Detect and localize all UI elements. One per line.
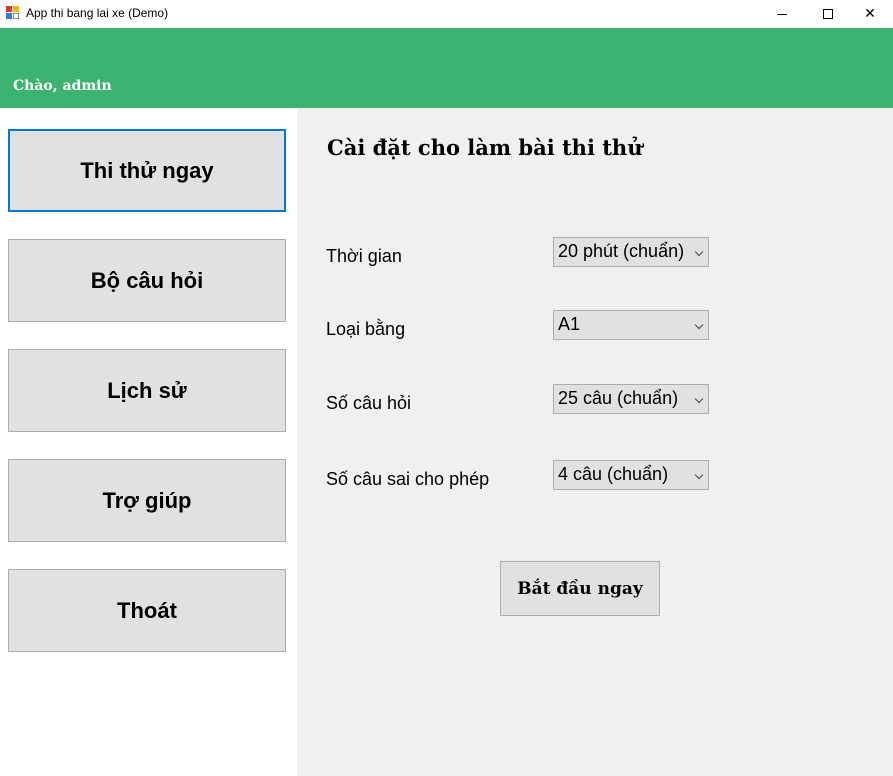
start-now-button[interactable]: Bắt đầu ngay: [500, 561, 660, 616]
nav-button-help[interactable]: Trợ giúp: [8, 459, 286, 542]
settings-panel: Cài đặt cho làm bài thi thử Thời gian 20…: [297, 108, 893, 776]
nav-button-practice-test[interactable]: Thi thử ngay: [8, 129, 286, 212]
nav-button-question-bank[interactable]: Bộ câu hỏi: [8, 239, 286, 322]
license-type-label: Loại bằng: [326, 319, 406, 339]
maximize-button[interactable]: [805, 0, 851, 28]
time-select[interactable]: 20 phút (chuẩn): [553, 237, 709, 267]
start-now-label: Bắt đầu ngay: [517, 578, 643, 599]
app-icon: [6, 6, 20, 20]
time-label: Thời gian: [326, 246, 402, 266]
sidebar: Thi thử ngay Bộ câu hỏi Lịch sử Trợ giúp…: [0, 108, 297, 776]
nav-button-history[interactable]: Lịch sử: [8, 349, 286, 432]
maximize-icon: [823, 9, 833, 19]
nav-button-label: Thoát: [117, 597, 177, 623]
page-title: Cài đặt cho làm bài thi thử: [327, 135, 643, 160]
header-bar: Chào, admin: [0, 28, 893, 108]
allowed-wrong-select[interactable]: 4 câu (chuẩn): [553, 460, 709, 490]
allowed-wrong-label: Số câu sai cho phép: [326, 469, 490, 489]
chevron-down-icon: [694, 247, 704, 257]
close-button[interactable]: ✕: [847, 0, 893, 28]
chevron-down-icon: [694, 394, 704, 404]
nav-button-exit[interactable]: Thoát: [8, 569, 286, 652]
question-count-select-value: 25 câu (chuẩn): [558, 388, 679, 408]
question-count-label: Số câu hỏi: [326, 393, 412, 413]
nav-button-label: Bộ câu hỏi: [90, 267, 204, 293]
question-count-select[interactable]: 25 câu (chuẩn): [553, 384, 709, 414]
window-title: App thi bang lai xe (Demo): [26, 6, 169, 20]
nav-button-label: Trợ giúp: [102, 487, 192, 513]
greeting-label: Chào, admin: [13, 78, 112, 94]
chevron-down-icon: [694, 320, 704, 330]
nav-button-label: Lịch sử: [107, 377, 187, 403]
minimize-icon: [777, 13, 787, 15]
license-type-select-value: A1: [558, 314, 581, 334]
title-bar: App thi bang lai xe (Demo) ✕: [0, 0, 893, 28]
license-type-select[interactable]: A1: [553, 310, 709, 340]
nav-button-label: Thi thử ngay: [80, 157, 214, 183]
time-select-value: 20 phút (chuẩn): [558, 241, 685, 261]
allowed-wrong-select-value: 4 câu (chuẩn): [558, 464, 669, 484]
chevron-down-icon: [694, 470, 704, 480]
close-icon: ✕: [864, 6, 876, 22]
minimize-button[interactable]: [759, 0, 805, 28]
